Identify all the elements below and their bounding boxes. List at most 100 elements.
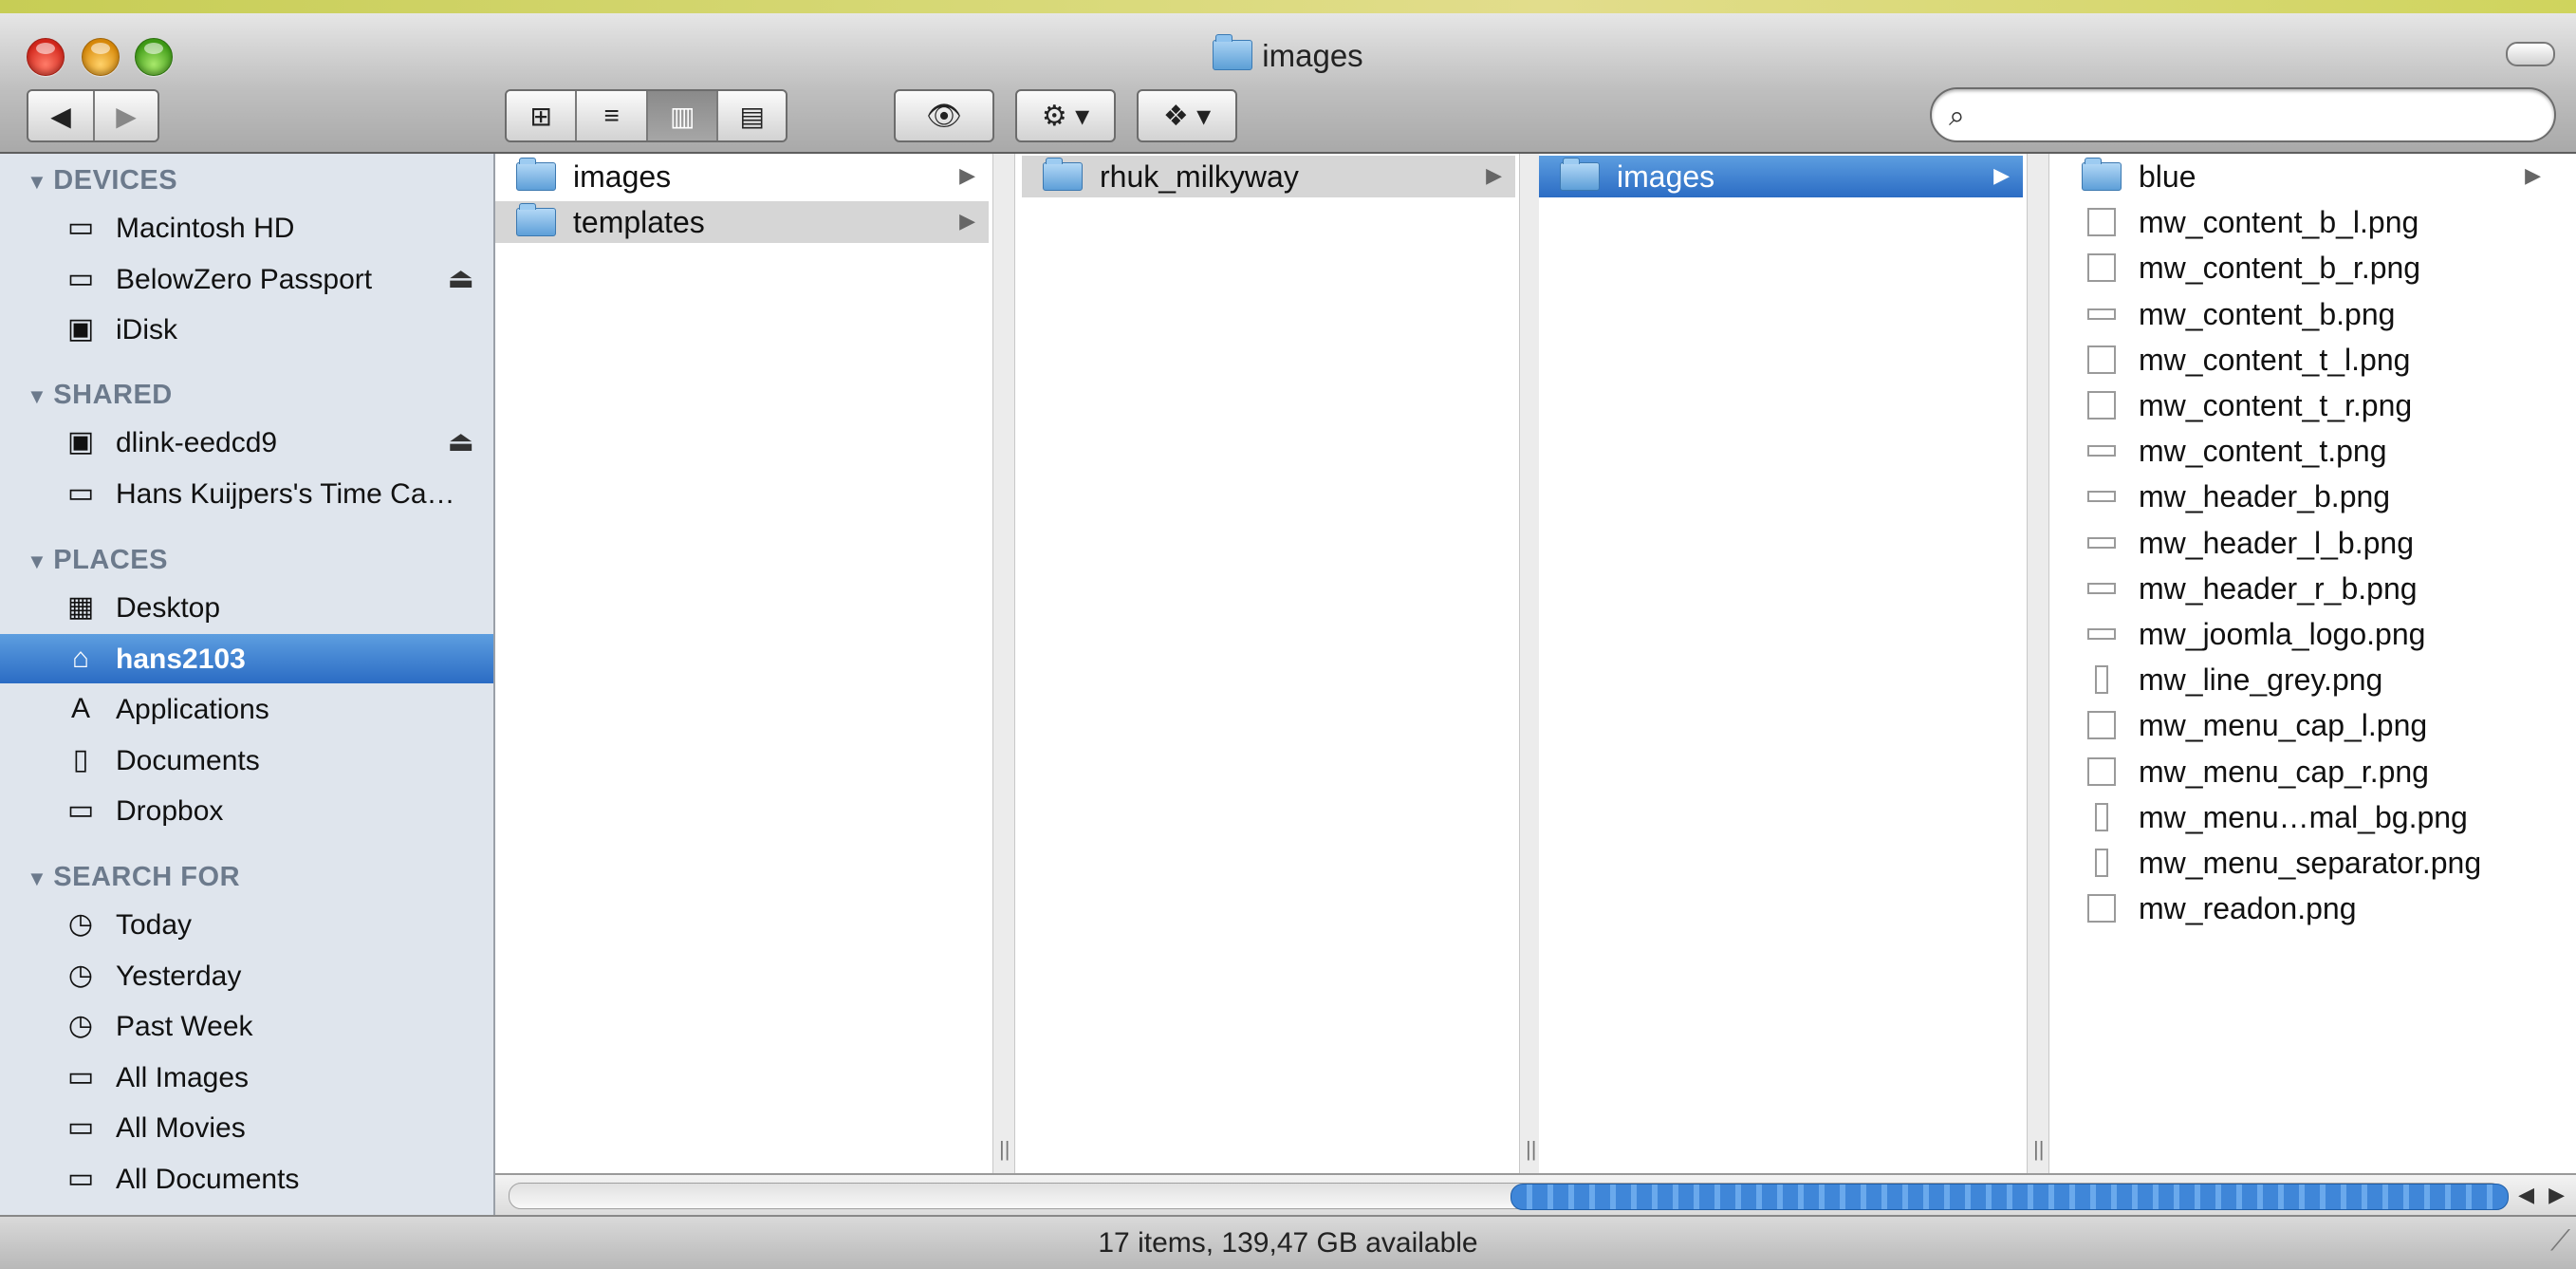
sidebar-item[interactable]: ▦ Desktop <box>0 583 493 632</box>
file-row[interactable]: mw_readon.png <box>2061 887 2554 929</box>
column-resize-handle-icon[interactable]: || <box>1526 1137 1536 1162</box>
column-view-button[interactable]: ▥ <box>647 91 719 140</box>
sidebar-item[interactable]: ▯ Documents <box>0 736 493 785</box>
sidebar-item[interactable]: ◷ Yesterday <box>0 951 493 1000</box>
folder-icon <box>1043 158 1083 191</box>
file-row[interactable]: mw_line_grey.png <box>2061 659 2554 700</box>
png-file-icon <box>2087 445 2116 457</box>
smart-folder-icon: ▭ <box>66 1111 95 1143</box>
sidebar-item[interactable]: ▣ iDisk <box>0 305 493 354</box>
forward-button[interactable]: ▶ <box>94 91 158 140</box>
file-row[interactable]: mw_menu_cap_r.png <box>2061 751 2554 793</box>
folder-row[interactable]: images ▶ <box>495 156 989 197</box>
item-name: mw_content_t.png <box>2139 434 2387 469</box>
sidebar-section-label: DEVICES <box>53 165 178 196</box>
png-file-icon <box>2087 894 2116 924</box>
search-field[interactable]: ⌕ <box>1930 87 2556 142</box>
sidebar-item[interactable]: ▭ All Images <box>0 1053 493 1102</box>
dropbox-folder-icon: ▭ <box>66 794 95 826</box>
file-row[interactable]: mw_content_t.png <box>2061 430 2554 472</box>
icon-view-button[interactable]: ⊞ <box>507 91 578 140</box>
folder-icon <box>1213 34 1253 70</box>
sidebar-item-label: Documents <box>116 744 260 776</box>
file-row[interactable]: mw_menu_separator.png <box>2061 842 2554 884</box>
item-name: mw_menu_cap_l.png <box>2139 708 2428 743</box>
sidebar-item[interactable]: ▭ Hans Kuijpers's Time Ca… <box>0 469 493 518</box>
scroll-thumb[interactable] <box>1510 1184 2509 1210</box>
file-row[interactable]: mw_content_b_l.png <box>2061 201 2554 243</box>
folder-row[interactable]: rhuk_milkyway ▶ <box>1022 156 1515 197</box>
column-resize-handle-icon[interactable]: || <box>2033 1137 2044 1162</box>
back-button[interactable]: ◀ <box>28 91 95 140</box>
png-file-icon <box>2087 536 2116 549</box>
scroll-right-icon[interactable]: ▶ <box>2548 1183 2565 1207</box>
sidebar-section-header[interactable]: ▼ SEARCH FOR <box>27 862 240 893</box>
idisk-icon: ▣ <box>66 313 95 345</box>
search-input[interactable] <box>1991 97 2535 135</box>
list-view-button[interactable]: ≡ <box>577 91 648 140</box>
file-row[interactable]: mw_content_t_l.png <box>2061 339 2554 381</box>
sidebar-section-header[interactable]: ▼ PLACES <box>27 545 168 576</box>
sidebar-section-header[interactable]: ▼ DEVICES <box>27 165 177 196</box>
dropbox-menu-button[interactable]: ❖ ▾ <box>1137 89 1237 142</box>
eject-icon[interactable]: ⏏ <box>448 262 474 295</box>
file-row[interactable]: mw_content_b.png <box>2061 293 2554 335</box>
sidebar-item[interactable]: ▣ dlink-eedcd9 ⏏ <box>0 418 493 467</box>
column-resize-handle-icon[interactable]: || <box>999 1137 1010 1162</box>
sidebar-item[interactable]: A Applications <box>0 684 493 734</box>
eye-icon: 👁 <box>925 100 963 132</box>
sidebar-item[interactable]: ⌂ hans2103 <box>0 633 493 683</box>
file-row[interactable]: mw_header_r_b.png <box>2061 568 2554 609</box>
disclosure-triangle-icon[interactable]: ▼ <box>27 384 47 408</box>
column-view-icon: ▥ <box>669 101 695 131</box>
sidebar-item[interactable]: ◷ Today <box>0 900 493 949</box>
horizontal-scrollbar[interactable]: ◀ ▶ <box>495 1173 2576 1217</box>
disclosure-triangle-icon[interactable]: ▼ <box>27 550 47 573</box>
sidebar-item[interactable]: ▭ BelowZero Passport ⏏ <box>0 254 493 304</box>
folder-row[interactable]: templates ▶ <box>495 201 989 244</box>
file-row[interactable]: mw_header_b.png <box>2061 476 2554 517</box>
desktop-background <box>0 0 2576 13</box>
png-file-icon <box>2087 345 2116 374</box>
file-row[interactable]: mw_menu…mal_bg.png <box>2061 796 2554 838</box>
sidebar-item[interactable]: ▭ Macintosh HD <box>0 203 493 252</box>
file-row[interactable]: mw_menu_cap_l.png <box>2061 704 2554 746</box>
png-file-icon <box>2087 756 2116 786</box>
network-computer-icon: ▣ <box>66 426 95 457</box>
action-menu-button[interactable]: ⚙ ▾ <box>1015 89 1116 142</box>
folder-row[interactable]: blue ▶ <box>2061 156 2554 197</box>
sidebar-item[interactable]: ▭ All Movies <box>0 1103 493 1152</box>
sidebar-section-label: SHARED <box>53 380 173 410</box>
cover-flow-button[interactable]: ▤ <box>718 91 786 140</box>
disclosure-triangle-icon[interactable]: ▼ <box>27 170 47 194</box>
folder-icon <box>516 203 556 237</box>
sidebar-section-header[interactable]: ▼ SHARED <box>27 380 173 411</box>
file-row[interactable]: mw_content_b_r.png <box>2061 247 2554 289</box>
sidebar-item-label: Today <box>116 909 193 941</box>
sidebar-item[interactable]: ◷ Past Week <box>0 1001 493 1051</box>
file-row[interactable]: mw_joomla_logo.png <box>2061 613 2554 655</box>
sidebar-section-label: SEARCH FOR <box>53 862 241 892</box>
disclosure-triangle-icon[interactable]: ▼ <box>27 867 47 890</box>
column-divider[interactable]: || <box>992 154 1015 1173</box>
eject-icon[interactable]: ⏏ <box>448 425 474 458</box>
file-row[interactable]: mw_content_t_r.png <box>2061 384 2554 426</box>
file-row[interactable]: mw_header_l_b.png <box>2061 522 2554 564</box>
back-forward-control: ◀ ▶ <box>27 89 159 142</box>
item-name: mw_content_t_r.png <box>2139 388 2413 422</box>
applications-icon: A <box>70 693 90 724</box>
column-divider[interactable]: || <box>2027 154 2049 1173</box>
quick-look-button[interactable]: 👁 <box>894 89 994 142</box>
item-name: images <box>1617 159 1715 194</box>
png-file-icon <box>2095 849 2108 877</box>
toolbar-toggle-button[interactable] <box>2506 42 2555 66</box>
browser-column: rhuk_milkyway ▶ <box>1022 154 1515 1173</box>
icon-view-icon: ⊞ <box>529 101 552 131</box>
sidebar-item[interactable]: ▭ All Documents <box>0 1154 493 1204</box>
resize-grip-icon[interactable]: ⟋ <box>2550 1215 2570 1267</box>
sidebar-item-label: Macintosh HD <box>116 213 295 244</box>
item-name: mw_content_b_r.png <box>2139 251 2421 286</box>
sidebar-item[interactable]: ▭ Dropbox <box>0 786 493 835</box>
folder-row[interactable]: images ▶ <box>1539 156 2023 197</box>
scroll-left-icon[interactable]: ◀ <box>2518 1183 2534 1207</box>
